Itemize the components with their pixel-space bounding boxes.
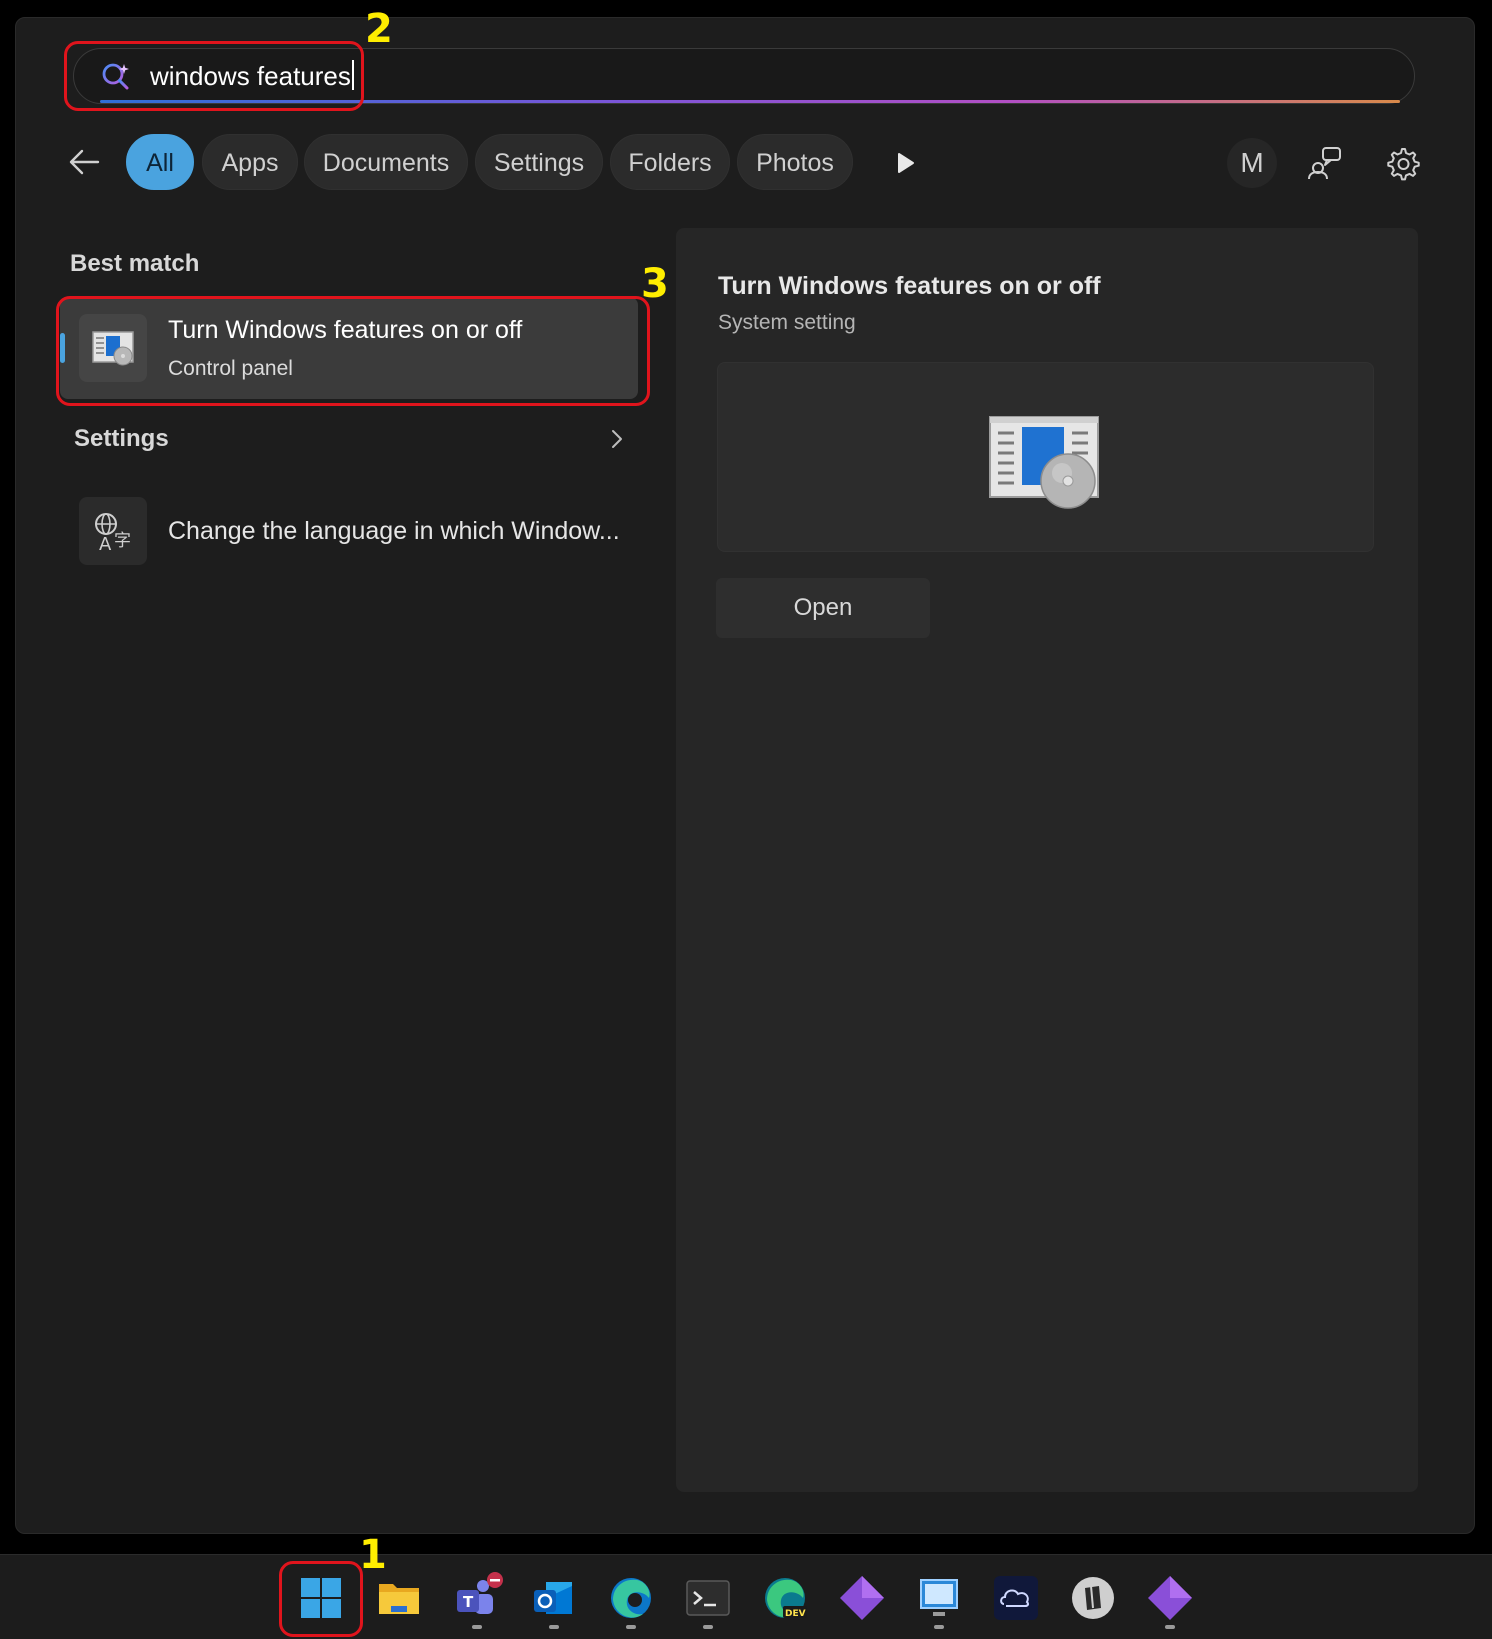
language-setting-tile[interactable]: A 字 (79, 497, 147, 565)
edge-icon[interactable] (603, 1570, 659, 1626)
teams-icon[interactable]: T (449, 1570, 505, 1626)
account-avatar[interactable]: M (1227, 138, 1277, 188)
settings-gear-icon[interactable] (1382, 143, 1422, 183)
linux-app-icon[interactable] (1065, 1570, 1121, 1626)
purple-app-2-icon[interactable] (1142, 1570, 1198, 1626)
annotation-highlight-best-match (56, 296, 650, 406)
settings-result-label[interactable]: Change the language in which Window... (168, 517, 620, 546)
settings-heading: Settings (74, 425, 169, 452)
tab-all[interactable]: All (126, 134, 194, 190)
annotation-number-3: 3 (641, 261, 669, 307)
svg-text:DEV: DEV (785, 1609, 806, 1619)
remote-desktop-icon[interactable] (911, 1570, 967, 1626)
annotation-highlight-search (64, 41, 364, 111)
taskbar (0, 1554, 1492, 1639)
svg-text:A: A (99, 534, 112, 555)
teams-running-indicator (472, 1625, 482, 1629)
tab-apps[interactable]: Apps (202, 134, 298, 190)
purple-app-icon[interactable] (834, 1570, 890, 1626)
edge-running-indicator (626, 1625, 636, 1629)
purple-app-2-running-indicator (1165, 1625, 1175, 1629)
windows-features-large-icon (989, 416, 1099, 509)
open-button[interactable]: Open (716, 578, 930, 638)
outlook-icon[interactable] (526, 1570, 582, 1626)
detail-preview-card (717, 362, 1374, 552)
svg-text:T: T (463, 1593, 474, 1611)
share-feedback-icon[interactable] (1305, 143, 1345, 183)
annotation-highlight-start (279, 1561, 363, 1637)
file-explorer-icon[interactable] (371, 1570, 427, 1626)
language-icon: A 字 (95, 513, 131, 555)
annotation-number-2: 2 (365, 6, 393, 52)
tab-documents[interactable]: Documents (304, 134, 468, 190)
svg-text:字: 字 (114, 531, 131, 551)
tab-photos[interactable]: Photos (737, 134, 853, 190)
cloud-app-icon[interactable] (988, 1570, 1044, 1626)
more-filters-play-icon[interactable] (890, 148, 920, 178)
outlook-running-indicator (549, 1625, 559, 1629)
remote-desktop-running-indicator (934, 1625, 944, 1629)
edge-dev-icon[interactable]: DEV (757, 1570, 813, 1626)
detail-subtitle: System setting (718, 311, 856, 334)
tab-folders[interactable]: Folders (610, 134, 730, 190)
tab-settings[interactable]: Settings (475, 134, 603, 190)
best-match-heading: Best match (70, 250, 200, 277)
detail-title: Turn Windows features on or off (718, 272, 1101, 300)
chevron-right-icon[interactable] (605, 427, 629, 451)
terminal-running-indicator (703, 1625, 713, 1629)
terminal-icon[interactable] (680, 1570, 736, 1626)
back-arrow-icon[interactable] (64, 142, 104, 182)
